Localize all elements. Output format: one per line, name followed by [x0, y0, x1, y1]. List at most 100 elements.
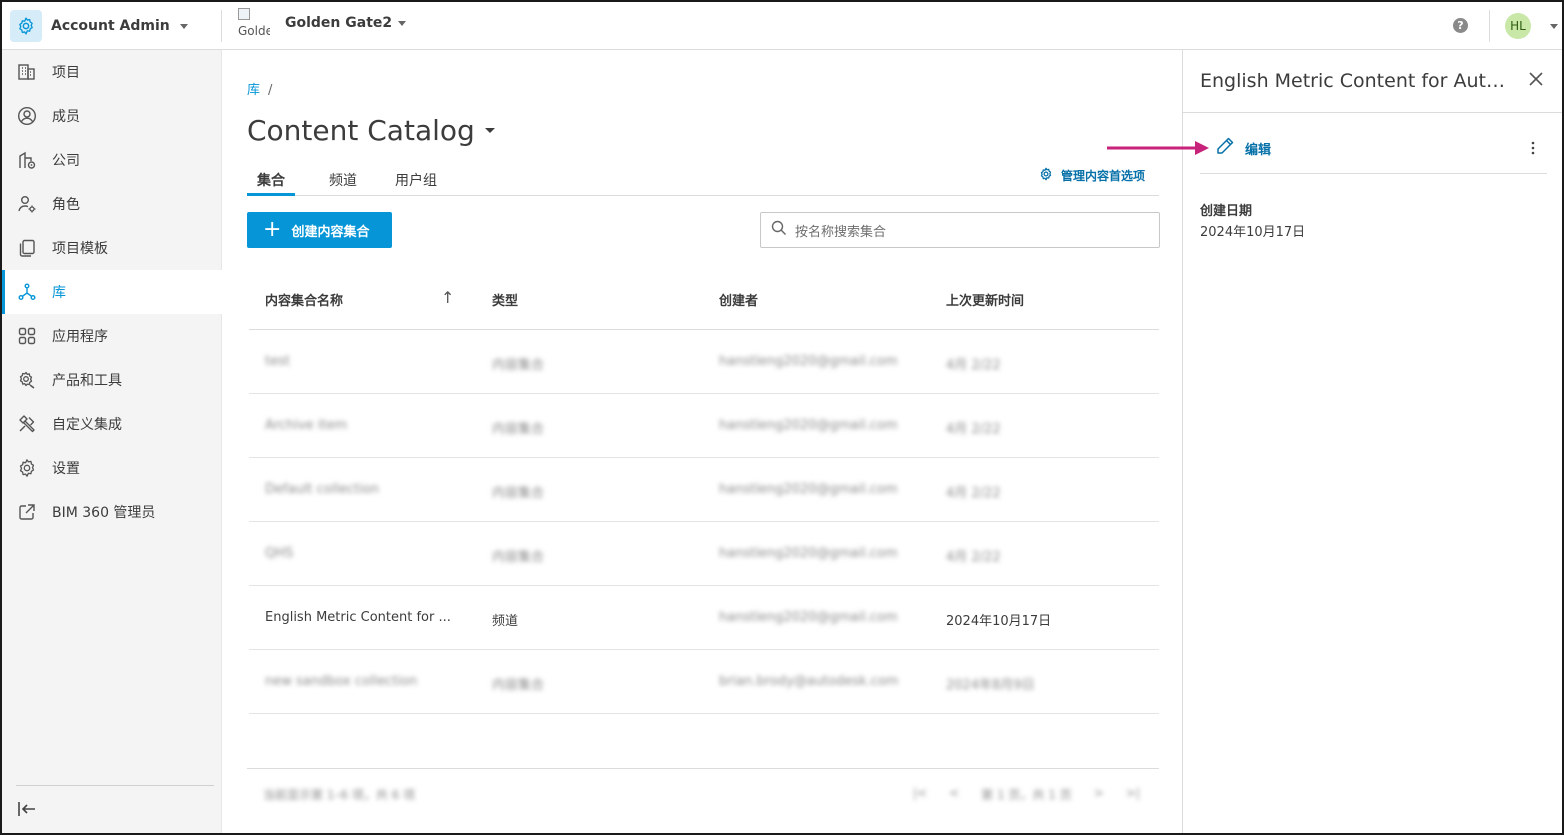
app-window: Account Admin Golde Golden Gate2 ? HL 项目…: [0, 0, 1564, 835]
cell-updated: 4月 2/22: [946, 358, 1001, 373]
settings-gear-icon: [16, 457, 38, 479]
apps-grid-icon: [16, 325, 38, 347]
close-icon[interactable]: [1525, 68, 1547, 90]
table-row[interactable]: Archive item 内容集合 hanstleng2020@gmail.co…: [249, 394, 1159, 458]
gear-icon: [1039, 167, 1053, 184]
help-icon[interactable]: ?: [1453, 18, 1468, 33]
cell-name: QHS: [265, 546, 294, 561]
divider: [1200, 173, 1547, 174]
cell-creator: hanstleng2020@gmail.com: [719, 354, 898, 369]
manage-link-label: 管理内容首选项: [1060, 169, 1145, 183]
sidebar-item-settings[interactable]: 设置: [2, 446, 222, 490]
more-options-icon[interactable]: [1525, 138, 1541, 158]
search-input[interactable]: 按名称搜索集合: [760, 212, 1160, 248]
prev-page-button[interactable]: <: [949, 786, 959, 803]
column-header-updated[interactable]: 上次更新时间: [946, 290, 1024, 309]
divider: [1489, 10, 1490, 42]
cell-type: 频道: [492, 614, 519, 629]
library-icon: [16, 281, 38, 303]
sidebar-item-label: 自定义集成: [52, 417, 122, 433]
tab-channels[interactable]: 频道: [329, 170, 357, 196]
sidebar-item-members[interactable]: 成员: [2, 94, 222, 138]
pagination-controls: |< < 第 1 页，共 1 页 > >|: [913, 786, 1140, 803]
table-row[interactable]: test 内容集合 hanstleng2020@gmail.com 4月 2/2…: [249, 330, 1159, 394]
plus-icon: +: [263, 217, 282, 242]
column-header-creator[interactable]: 创建者: [719, 290, 758, 309]
collapse-sidebar-icon[interactable]: [16, 798, 38, 820]
avatar[interactable]: HL: [1505, 13, 1531, 39]
details-panel: English Metric Content for Autodesk Revi…: [1182, 50, 1562, 833]
external-link-icon: [16, 501, 38, 523]
cell-creator: hanstleng2020@gmail.com: [719, 418, 898, 433]
sidebar-item-label: 角色: [52, 197, 80, 213]
table-header: 内容集合名称 ↑ 类型 创建者 上次更新时间: [249, 266, 1159, 330]
cell-name: English Metric Content for ...: [265, 610, 451, 625]
chevron-down-icon: [484, 128, 495, 133]
table-row[interactable]: new sandbox collection 内容集合 brian.brody@…: [249, 650, 1159, 714]
pencil-icon: [1215, 136, 1235, 160]
sidebar-item-products-tools[interactable]: 产品和工具: [2, 358, 222, 402]
cell-type: 内容集合: [492, 358, 545, 373]
app-switcher[interactable]: Account Admin: [10, 10, 188, 42]
tools-gear-icon: [16, 369, 38, 391]
table-row[interactable]: Default collection 内容集合 hanstleng2020@gm…: [249, 458, 1159, 522]
table-row[interactable]: QHS 内容集合 hanstleng2020@gmail.com 4月 2/22: [249, 522, 1159, 586]
app-name: Account Admin: [51, 18, 170, 34]
table-row-selected[interactable]: English Metric Content for ... 频道 hanstl…: [249, 586, 1159, 650]
edit-label: 编辑: [1245, 142, 1272, 158]
integration-icon: [16, 413, 38, 435]
created-date-label: 创建日期: [1200, 204, 1253, 219]
sidebar-item-custom-integrations[interactable]: 自定义集成: [2, 402, 222, 446]
next-page-button[interactable]: >: [1094, 786, 1104, 803]
cell-updated: 2024年8月9日: [946, 678, 1035, 693]
project-thumbnail-alt: Golde: [238, 24, 270, 38]
column-header-type[interactable]: 类型: [492, 290, 518, 309]
sidebar-item-label: 公司: [52, 153, 80, 169]
create-collection-button[interactable]: + 创建内容集合: [247, 212, 392, 248]
role-icon: [16, 193, 38, 215]
sidebar-item-projects[interactable]: 项目: [2, 50, 222, 94]
page-title[interactable]: Content Catalog: [247, 114, 495, 147]
sidebar-item-apps[interactable]: 应用程序: [2, 314, 222, 358]
divider: [221, 10, 222, 42]
sidebar-item-roles[interactable]: 角色: [2, 182, 222, 226]
edit-button[interactable]: 编辑: [1215, 136, 1271, 160]
sidebar-item-companies[interactable]: 公司: [2, 138, 222, 182]
company-icon: [16, 149, 38, 171]
last-page-button[interactable]: >|: [1126, 786, 1140, 803]
collections-table: 内容集合名称 ↑ 类型 创建者 上次更新时间 test 内容集合 hanstle…: [249, 266, 1159, 714]
page-indicator: 第 1 页，共 1 页: [981, 788, 1072, 802]
sidebar-item-project-templates[interactable]: 项目模板: [2, 226, 222, 270]
cell-name: Default collection: [265, 482, 380, 497]
search-placeholder: 按名称搜索集合: [795, 224, 887, 240]
chevron-down-icon[interactable]: [1550, 24, 1558, 29]
cell-updated: 4月 2/22: [946, 422, 1001, 437]
sidebar-item-library[interactable]: 库: [2, 270, 222, 314]
column-header-name[interactable]: 内容集合名称: [265, 290, 343, 309]
sidebar-item-label: BIM 360 管理员: [52, 505, 156, 521]
cell-name: new sandbox collection: [265, 674, 418, 689]
tab-bar: 集合 频道 用户组 管理内容首选项: [247, 162, 1159, 196]
pagination-summary: 当前显示第 1–6 项，共 6 项: [263, 788, 416, 802]
chevron-down-icon: [398, 20, 407, 26]
tab-user-groups[interactable]: 用户组: [395, 170, 437, 196]
cell-type: 内容集合: [492, 486, 545, 501]
sidebar-item-label: 产品和工具: [52, 373, 122, 389]
create-button-label: 创建内容集合: [291, 224, 370, 240]
template-icon: [16, 237, 38, 259]
sidebar-item-label: 应用程序: [52, 329, 108, 345]
sidebar-item-label: 设置: [52, 461, 80, 477]
sidebar-item-label: 库: [52, 285, 66, 301]
sort-ascending-icon[interactable]: ↑: [441, 288, 454, 307]
search-icon: [771, 220, 787, 240]
manage-content-preferences-link[interactable]: 管理内容首选项: [1039, 167, 1145, 184]
project-selector[interactable]: Golden Gate2: [285, 15, 407, 31]
project-thumbnail[interactable]: Golde: [238, 6, 270, 40]
cell-type: 内容集合: [492, 422, 545, 437]
annotation-arrow-icon: [1105, 138, 1211, 158]
cell-updated: 4月 2/22: [946, 486, 1001, 501]
top-bar: Account Admin Golde Golden Gate2 ? HL: [2, 2, 1562, 50]
first-page-button[interactable]: |<: [913, 786, 927, 803]
breadcrumb-link-library[interactable]: 库: [247, 83, 260, 98]
sidebar-item-bim360-admin[interactable]: BIM 360 管理员: [2, 490, 222, 534]
